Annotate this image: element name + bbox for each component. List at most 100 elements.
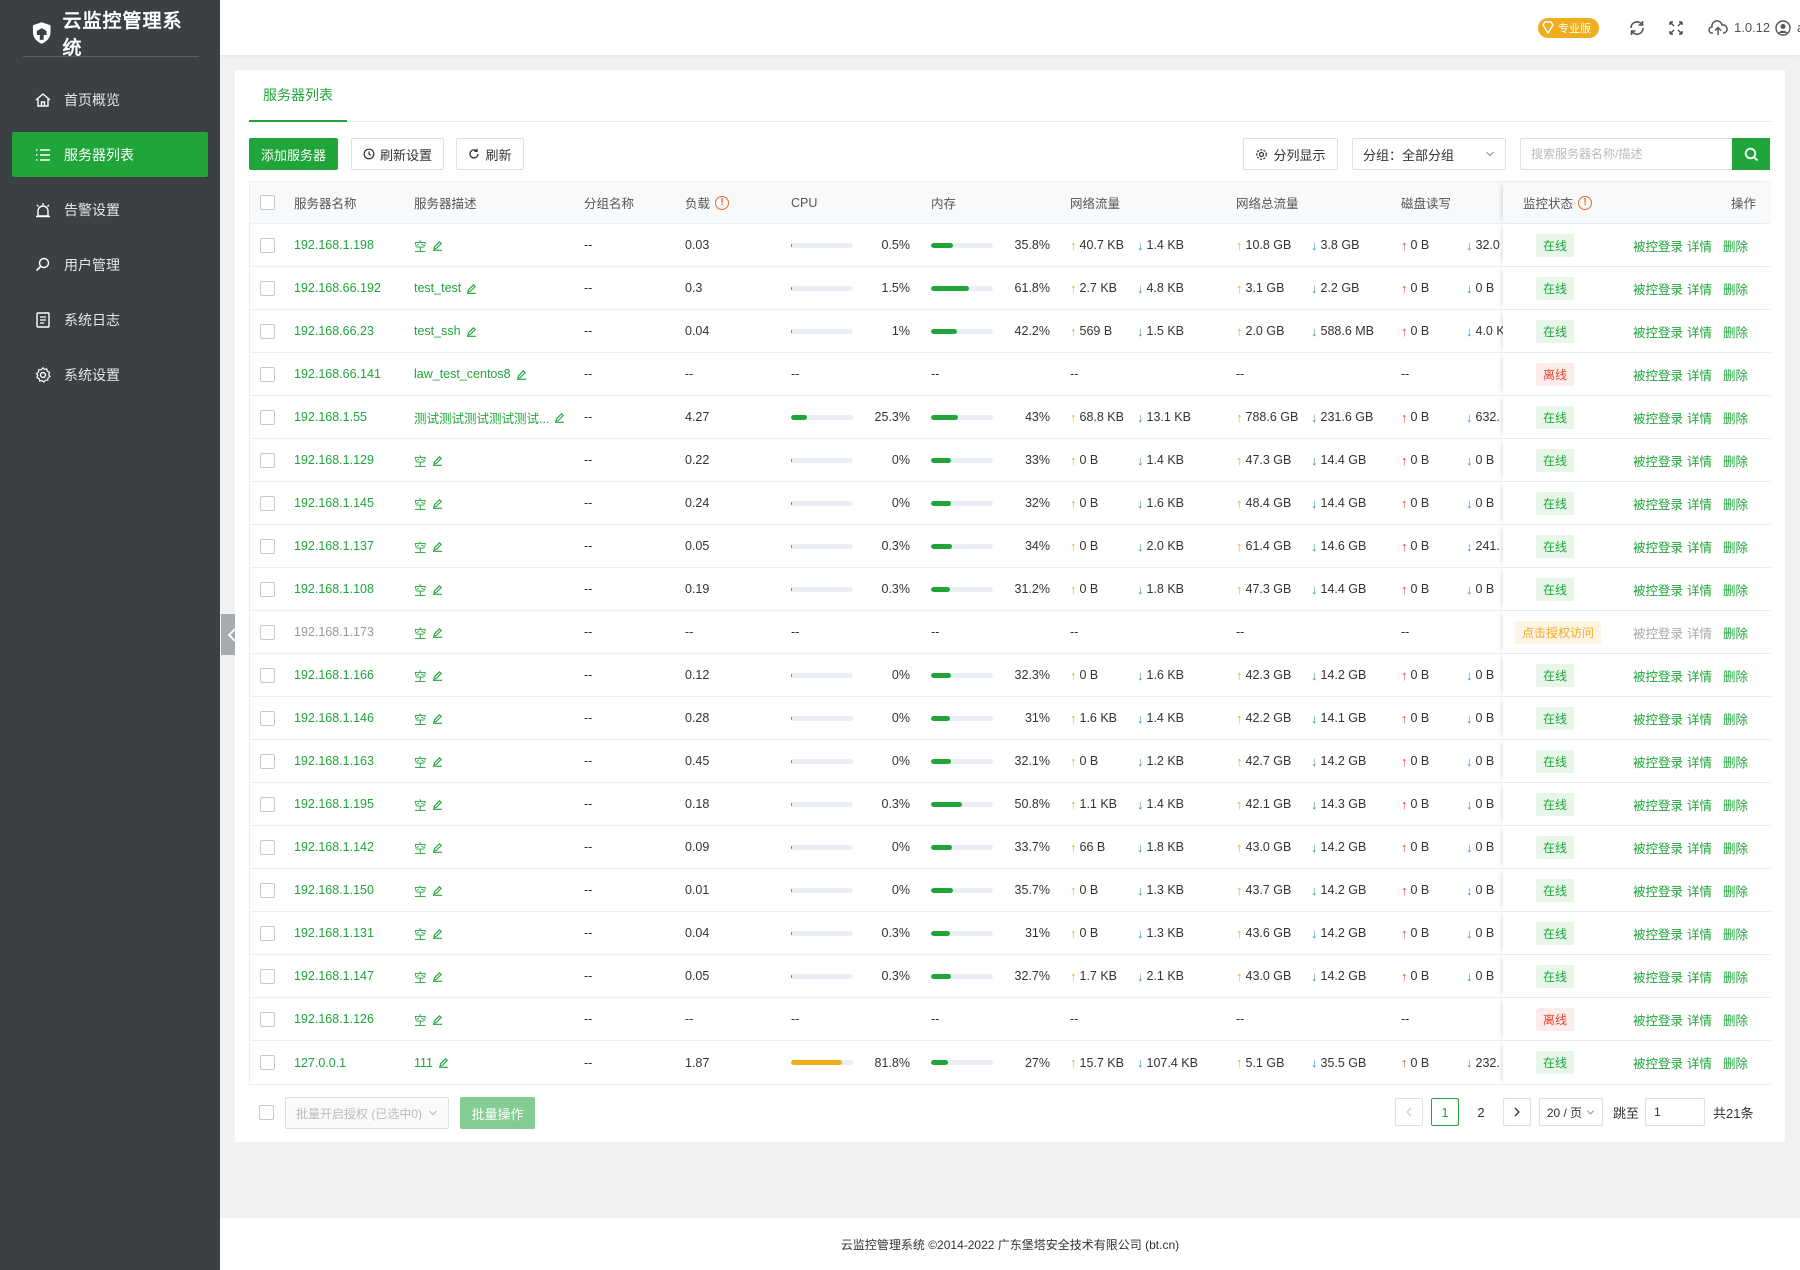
remote-login-link[interactable]: 被控登录	[1633, 568, 1683, 610]
server-desc[interactable]: 111	[414, 1041, 578, 1084]
server-name-link[interactable]: 192.168.1.166	[294, 654, 374, 696]
row-checkbox[interactable]	[260, 968, 275, 984]
edit-pencil-icon[interactable]	[432, 541, 443, 552]
edit-pencil-icon[interactable]	[432, 799, 443, 810]
row-checkbox[interactable]	[260, 710, 275, 726]
tab-server-list[interactable]: 服务器列表	[249, 70, 347, 122]
delete-link[interactable]: 删除	[1723, 955, 1748, 997]
delete-link[interactable]: 删除	[1723, 353, 1748, 395]
refresh-settings-button[interactable]: 刷新设置	[351, 138, 444, 170]
column-display-button[interactable]: 分列显示	[1243, 138, 1338, 170]
row-checkbox[interactable]	[260, 538, 275, 554]
detail-link[interactable]: 详情	[1687, 224, 1712, 266]
server-name-link[interactable]: 127.0.0.1	[294, 1041, 346, 1084]
detail-link[interactable]: 详情	[1687, 740, 1712, 782]
delete-link[interactable]: 删除	[1723, 482, 1748, 524]
server-desc[interactable]: 空	[414, 525, 578, 567]
user-menu[interactable]: admin	[1775, 0, 1800, 55]
version-button[interactable]: 1.0.12	[1708, 0, 1770, 55]
detail-link[interactable]: 详情	[1687, 568, 1712, 610]
detail-link[interactable]: 详情	[1687, 654, 1712, 696]
remote-login-link[interactable]: 被控登录	[1633, 826, 1683, 868]
detail-link[interactable]: 详情	[1687, 310, 1712, 352]
edit-pencil-icon[interactable]	[466, 326, 477, 337]
sidebar-item-4[interactable]: 系统日志	[12, 297, 208, 342]
edit-pencil-icon[interactable]	[432, 498, 443, 509]
pro-edition-badge[interactable]: 专业版	[1538, 0, 1599, 55]
server-desc[interactable]: 空	[414, 654, 578, 696]
detail-link[interactable]: 详情	[1687, 525, 1712, 567]
server-desc[interactable]: 空	[414, 740, 578, 782]
detail-link[interactable]: 详情	[1687, 611, 1712, 653]
edit-pencil-icon[interactable]	[432, 971, 443, 982]
remote-login-link[interactable]: 被控登录	[1633, 1041, 1683, 1084]
load-warning-icon[interactable]: !	[715, 195, 730, 210]
detail-link[interactable]: 详情	[1687, 955, 1712, 997]
pager-next-button[interactable]	[1503, 1098, 1531, 1126]
batch-select[interactable]: 批量开启授权 (已选中0)	[285, 1097, 449, 1129]
server-name-link[interactable]: 192.168.66.23	[294, 310, 374, 352]
remote-login-link[interactable]: 被控登录	[1633, 267, 1683, 309]
remote-login-link[interactable]: 被控登录	[1633, 998, 1683, 1040]
edit-pencil-icon[interactable]	[466, 283, 477, 294]
remote-login-link[interactable]: 被控登录	[1633, 525, 1683, 567]
row-checkbox[interactable]	[260, 581, 275, 597]
detail-link[interactable]: 详情	[1687, 998, 1712, 1040]
row-checkbox[interactable]	[260, 1011, 275, 1027]
delete-link[interactable]: 删除	[1723, 611, 1748, 653]
edit-pencil-icon[interactable]	[432, 885, 443, 896]
row-checkbox[interactable]	[260, 1055, 275, 1070]
select-all-checkbox[interactable]	[260, 195, 275, 210]
delete-link[interactable]: 删除	[1723, 826, 1748, 868]
server-desc[interactable]: 空	[414, 224, 578, 266]
delete-link[interactable]: 删除	[1723, 869, 1748, 911]
add-server-button[interactable]: 添加服务器	[249, 138, 338, 170]
server-desc[interactable]: 空	[414, 955, 578, 997]
row-checkbox[interactable]	[260, 280, 275, 296]
col-header-load[interactable]: 负载!	[685, 182, 730, 223]
server-desc[interactable]: 空	[414, 998, 578, 1040]
server-desc[interactable]: 测试测试测试测试测试...	[414, 396, 578, 438]
delete-link[interactable]: 删除	[1723, 568, 1748, 610]
bottom-select-all-checkbox[interactable]	[259, 1105, 274, 1120]
edit-pencil-icon[interactable]	[432, 455, 443, 466]
row-checkbox[interactable]	[260, 409, 275, 425]
edit-pencil-icon[interactable]	[432, 240, 443, 251]
edit-pencil-icon[interactable]	[432, 928, 443, 939]
row-checkbox[interactable]	[260, 237, 275, 253]
remote-login-link[interactable]: 被控登录	[1633, 353, 1683, 395]
delete-link[interactable]: 删除	[1723, 998, 1748, 1040]
detail-link[interactable]: 详情	[1687, 912, 1712, 954]
server-name-link[interactable]: 192.168.66.141	[294, 353, 381, 395]
server-name-link[interactable]: 192.168.66.192	[294, 267, 381, 309]
remote-login-link[interactable]: 被控登录	[1633, 697, 1683, 739]
row-checkbox[interactable]	[260, 366, 275, 382]
page-size-select[interactable]: 20 / 页	[1539, 1098, 1603, 1126]
detail-link[interactable]: 详情	[1687, 353, 1712, 395]
delete-link[interactable]: 删除	[1723, 310, 1748, 352]
server-name-link[interactable]: 192.168.1.145	[294, 482, 374, 524]
server-desc[interactable]: 空	[414, 482, 578, 524]
edit-pencil-icon[interactable]	[432, 842, 443, 853]
edit-pencil-icon[interactable]	[516, 369, 527, 380]
pager-page-1[interactable]: 1	[1431, 1098, 1459, 1126]
detail-link[interactable]: 详情	[1687, 697, 1712, 739]
detail-link[interactable]: 详情	[1687, 826, 1712, 868]
sidebar-item-0[interactable]: 首页概览	[12, 77, 208, 122]
remote-login-link[interactable]: 被控登录	[1633, 869, 1683, 911]
remote-login-link[interactable]: 被控登录	[1633, 611, 1683, 653]
search-button[interactable]	[1732, 138, 1770, 170]
server-desc[interactable]: test_ssh	[414, 310, 578, 352]
server-name-link[interactable]: 192.168.1.147	[294, 955, 374, 997]
edit-pencil-icon[interactable]	[432, 713, 443, 724]
delete-link[interactable]: 删除	[1723, 783, 1748, 825]
server-desc[interactable]: law_test_centos8	[414, 353, 578, 395]
edit-pencil-icon[interactable]	[432, 670, 443, 681]
delete-link[interactable]: 删除	[1723, 1041, 1748, 1084]
row-checkbox[interactable]	[260, 495, 275, 511]
server-desc[interactable]: 空	[414, 568, 578, 610]
row-checkbox[interactable]	[260, 796, 275, 812]
fullscreen-button[interactable]	[1668, 0, 1684, 55]
remote-login-link[interactable]: 被控登录	[1633, 912, 1683, 954]
server-desc[interactable]: 空	[414, 611, 578, 653]
